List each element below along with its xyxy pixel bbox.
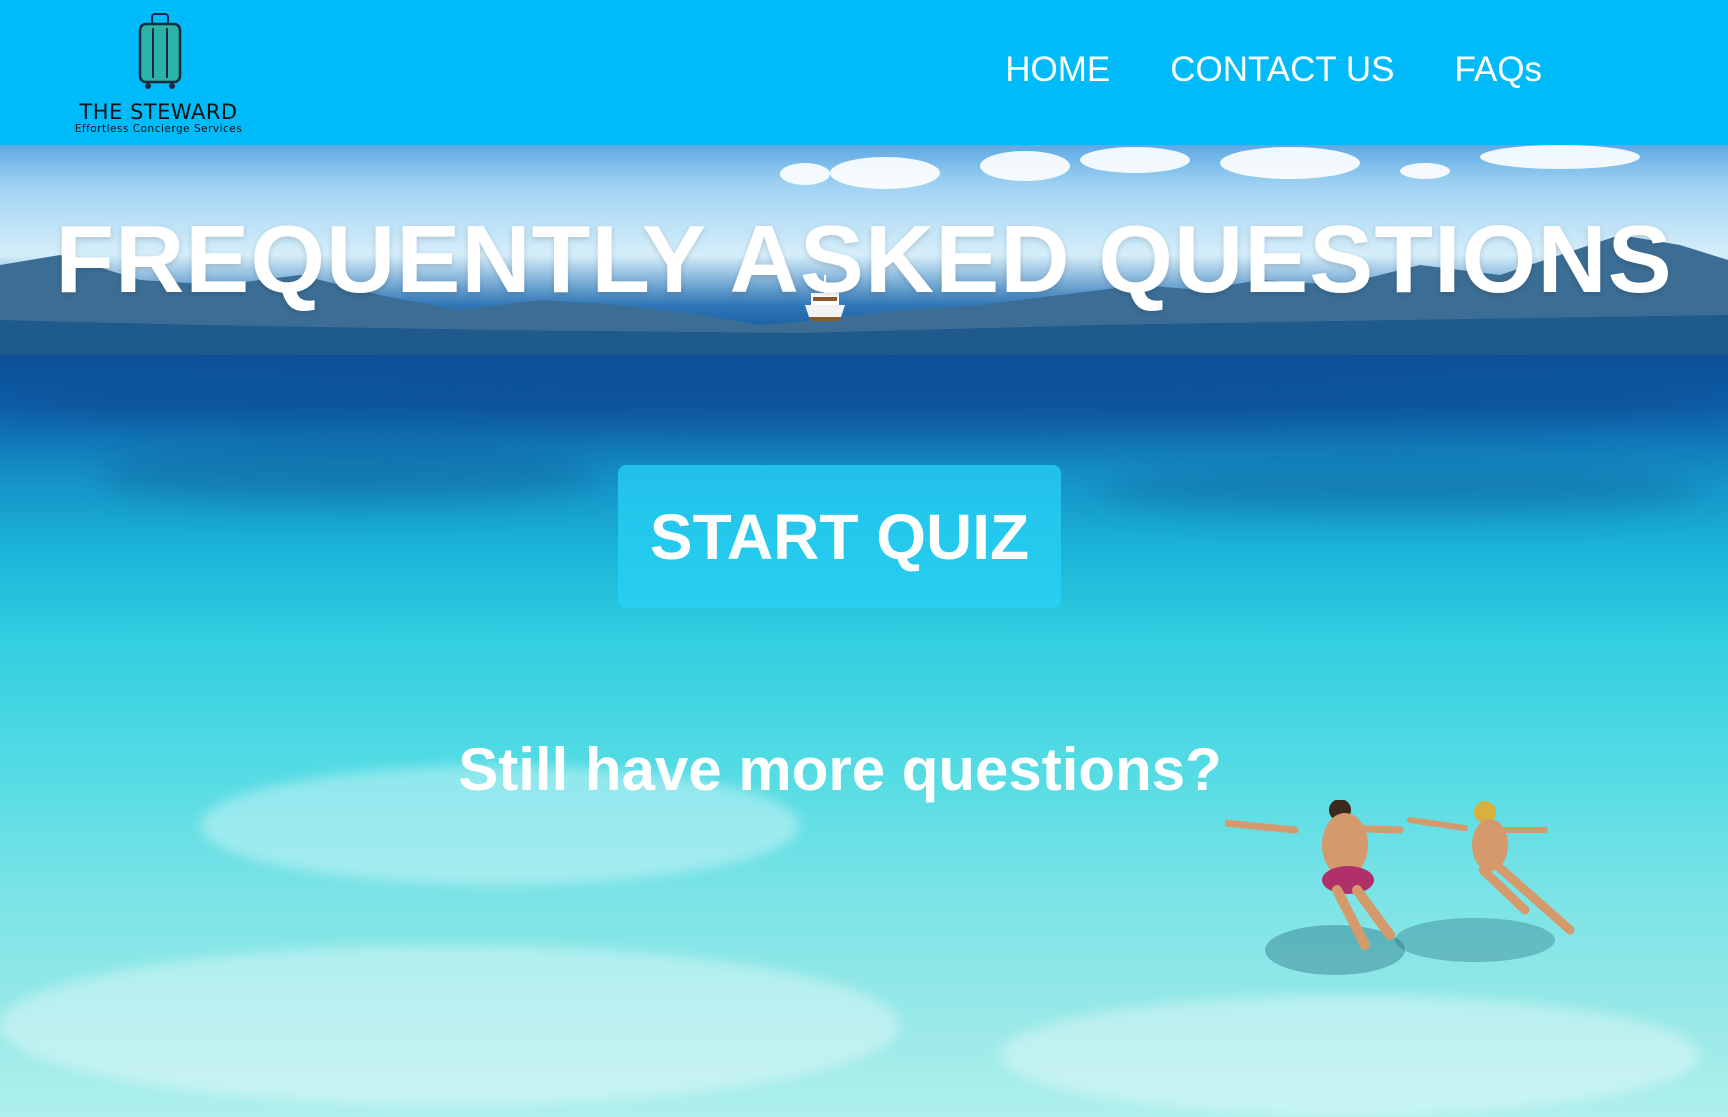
logo[interactable]: THE STEWARD Effortless Concierge Service… xyxy=(50,10,265,140)
water-sparkle xyxy=(0,945,900,1105)
hero-background: FREQUENTLY ASKED QUESTIONS START QUIZ St… xyxy=(0,145,1728,1117)
cloud xyxy=(980,151,1070,181)
nav-home[interactable]: HOME xyxy=(1005,48,1110,92)
cloud xyxy=(1480,145,1640,169)
site-header: THE STEWARD Effortless Concierge Service… xyxy=(0,0,1728,145)
reef-shade xyxy=(100,445,600,505)
suitcase-icon xyxy=(138,13,182,89)
page-title: FREQUENTLY ASKED QUESTIONS xyxy=(55,206,1673,313)
cloud xyxy=(780,163,830,185)
reef-shade xyxy=(0,375,1728,435)
reef-shade xyxy=(1100,465,1700,515)
more-questions-heading: Still have more questions? xyxy=(458,736,1222,803)
nav-faqs[interactable]: FAQs xyxy=(1454,48,1542,92)
logo-title: THE STEWARD xyxy=(79,100,238,124)
cloud xyxy=(1220,147,1360,179)
cloud xyxy=(830,157,940,189)
cloud xyxy=(1400,163,1450,179)
start-quiz-button[interactable]: START QUIZ xyxy=(618,465,1061,608)
cloud xyxy=(1080,147,1190,173)
swimmers-image xyxy=(1225,800,1575,975)
nav-contact-us[interactable]: CONTACT US xyxy=(1170,48,1394,92)
main-nav: HOME CONTACT US FAQs xyxy=(1005,48,1542,92)
logo-subtitle: Effortless Concierge Services xyxy=(74,123,243,135)
